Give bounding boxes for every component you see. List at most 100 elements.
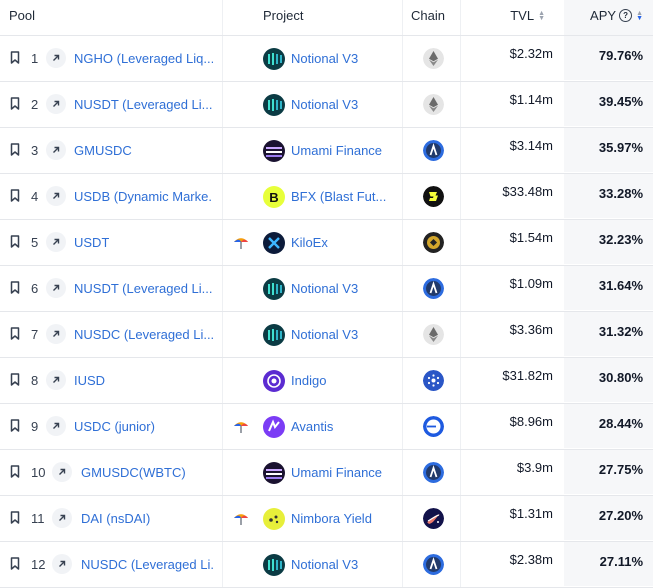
tvl-value: $3.36m (509, 322, 553, 337)
pool-link[interactable]: NGHO (Leveraged Liq... (74, 51, 213, 66)
column-divider (402, 312, 403, 357)
column-divider (222, 82, 223, 127)
external-link-icon[interactable] (46, 232, 66, 252)
table-row[interactable]: 7 NUSDC (Leveraged Li... Notional V3 $3.36m… (0, 312, 653, 358)
column-divider (460, 450, 461, 495)
umbrella-icon (233, 512, 249, 526)
table-row[interactable]: 3 GMUSDC Umami Finance $3.14m 35.97% (0, 128, 653, 174)
ethereum-chain-icon[interactable] (423, 94, 444, 115)
external-link-icon[interactable] (46, 140, 66, 160)
external-link-icon[interactable] (46, 186, 66, 206)
pool-link[interactable]: NUSDC (Leveraged Li... (81, 557, 213, 572)
table-row[interactable]: 6 NUSDT (Leveraged Li... Notional V3 $1.09m… (0, 266, 653, 312)
column-divider (402, 174, 403, 219)
column-divider (460, 82, 461, 127)
table-row[interactable]: 9 USDC (junior) Avantis $8.96m 28.44% (0, 404, 653, 450)
tvl-value: $1.14m (509, 92, 553, 107)
header-apy-sort[interactable]: APY ? ▲ ▼ (590, 8, 643, 23)
apy-cell: 31.32% (564, 312, 653, 356)
project-link[interactable]: KiloEx (291, 235, 328, 250)
table-row[interactable]: 1 NGHO (Leveraged Liq... Notional V3 $2.32m… (0, 36, 653, 82)
table-row[interactable]: 11 DAI (nsDAI) Nimbora Yield $1.31m 27.20% (0, 496, 653, 542)
bookmark-icon[interactable] (10, 51, 20, 64)
header-tvl: TVL (510, 8, 535, 23)
external-link-icon[interactable] (52, 508, 72, 528)
table-row[interactable]: 5 USDT KiloEx $1.54m 32.23% (0, 220, 653, 266)
external-link-icon[interactable] (46, 48, 66, 68)
pool-link[interactable]: USDC (junior) (74, 419, 155, 434)
kiloex-logo-icon (263, 232, 285, 254)
pool-link[interactable]: NUSDT (Leveraged Li... (74, 97, 213, 112)
bookmark-icon[interactable] (10, 97, 20, 110)
project-link[interactable]: Indigo (291, 373, 326, 388)
external-link-icon[interactable] (46, 416, 66, 436)
column-divider (222, 496, 223, 541)
bookmark-icon[interactable] (10, 419, 20, 432)
project-link[interactable]: Notional V3 (291, 51, 358, 66)
bookmark-icon[interactable] (10, 373, 20, 386)
pool-link[interactable]: GMUSDC (74, 143, 132, 158)
table-row[interactable]: 2 NUSDT (Leveraged Li... Notional V3 $1.14m… (0, 82, 653, 128)
pool-link[interactable]: IUSD (74, 373, 105, 388)
external-link-icon[interactable] (46, 324, 66, 344)
pool-link[interactable]: NUSDT (Leveraged Li... (74, 281, 213, 296)
project-link[interactable]: Nimbora Yield (291, 511, 372, 526)
column-divider (460, 0, 461, 35)
table-row[interactable]: 8 IUSD Indigo $31.82m 30.80% (0, 358, 653, 404)
arbitrum-chain-icon[interactable] (423, 554, 444, 575)
indigo-logo-icon (263, 370, 285, 392)
table-row[interactable]: 4 USDB (Dynamic Marke... B BFX (Blast Fut..… (0, 174, 653, 220)
help-icon[interactable]: ? (619, 9, 633, 22)
external-link-icon[interactable] (46, 370, 66, 390)
external-link-icon[interactable] (52, 554, 72, 574)
column-divider (402, 82, 403, 127)
ethereum-chain-icon[interactable] (423, 48, 444, 69)
header-tvl-sort[interactable]: TVL ▲ ▼ (510, 8, 545, 23)
external-link-icon[interactable] (46, 94, 66, 114)
bookmark-icon[interactable] (10, 557, 20, 570)
bookmark-icon[interactable] (10, 511, 20, 524)
project-link[interactable]: Notional V3 (291, 281, 358, 296)
tvl-value: $2.38m (509, 552, 553, 567)
bookmark-icon[interactable] (10, 143, 20, 156)
project-link[interactable]: Umami Finance (291, 143, 382, 158)
table-row[interactable]: 12 NUSDC (Leveraged Li... Notional V3 $2.38… (0, 542, 653, 588)
bookmark-icon[interactable] (10, 189, 20, 202)
bookmark-icon[interactable] (10, 235, 20, 248)
ethereum-chain-icon[interactable] (423, 324, 444, 345)
arbitrum-chain-icon[interactable] (423, 278, 444, 299)
arbitrum-chain-icon[interactable] (423, 140, 444, 161)
apy-value: 31.32% (598, 324, 643, 339)
base-chain-icon[interactable] (423, 416, 444, 437)
row-rank: 12 (31, 557, 46, 572)
bookmark-icon[interactable] (10, 281, 20, 294)
project-link[interactable]: Umami Finance (291, 465, 382, 480)
table-row[interactable]: 10 GMUSDC(WBTC) Umami Finance $3.9m 27.75% (0, 450, 653, 496)
arbitrum-chain-icon[interactable] (423, 462, 444, 483)
project-link[interactable]: Notional V3 (291, 97, 358, 112)
project-link[interactable]: BFX (Blast Fut... (291, 189, 386, 204)
external-link-icon[interactable] (46, 278, 66, 298)
cardano-chain-icon[interactable] (423, 370, 444, 391)
pool-link[interactable]: USDB (Dynamic Marke... (74, 189, 213, 204)
row-rank: 10 (31, 465, 46, 480)
external-link-icon[interactable] (52, 462, 72, 482)
project-link[interactable]: Avantis (291, 419, 333, 434)
pool-link[interactable]: USDT (74, 235, 109, 250)
table-header: Pool Project Chain TVL ▲ ▼ APY ? ▲ ▼ (0, 0, 653, 36)
pool-link[interactable]: GMUSDC(WBTC) (81, 465, 186, 480)
blast-chain-icon[interactable] (423, 186, 444, 207)
starknet-chain-icon[interactable] (423, 508, 444, 529)
tvl-value: $3.14m (509, 138, 553, 153)
bookmark-icon[interactable] (10, 327, 20, 340)
column-divider (222, 404, 223, 449)
project-link[interactable]: Notional V3 (291, 327, 358, 342)
bookmark-icon[interactable] (10, 465, 20, 478)
bsc-chain-icon[interactable] (423, 232, 444, 253)
project-link[interactable]: Notional V3 (291, 557, 358, 572)
pool-link[interactable]: NUSDC (Leveraged Li... (74, 327, 213, 342)
header-apy: APY (590, 8, 617, 23)
pool-link[interactable]: DAI (nsDAI) (81, 511, 150, 526)
apy-value: 28.44% (598, 416, 643, 431)
column-divider (402, 36, 403, 81)
